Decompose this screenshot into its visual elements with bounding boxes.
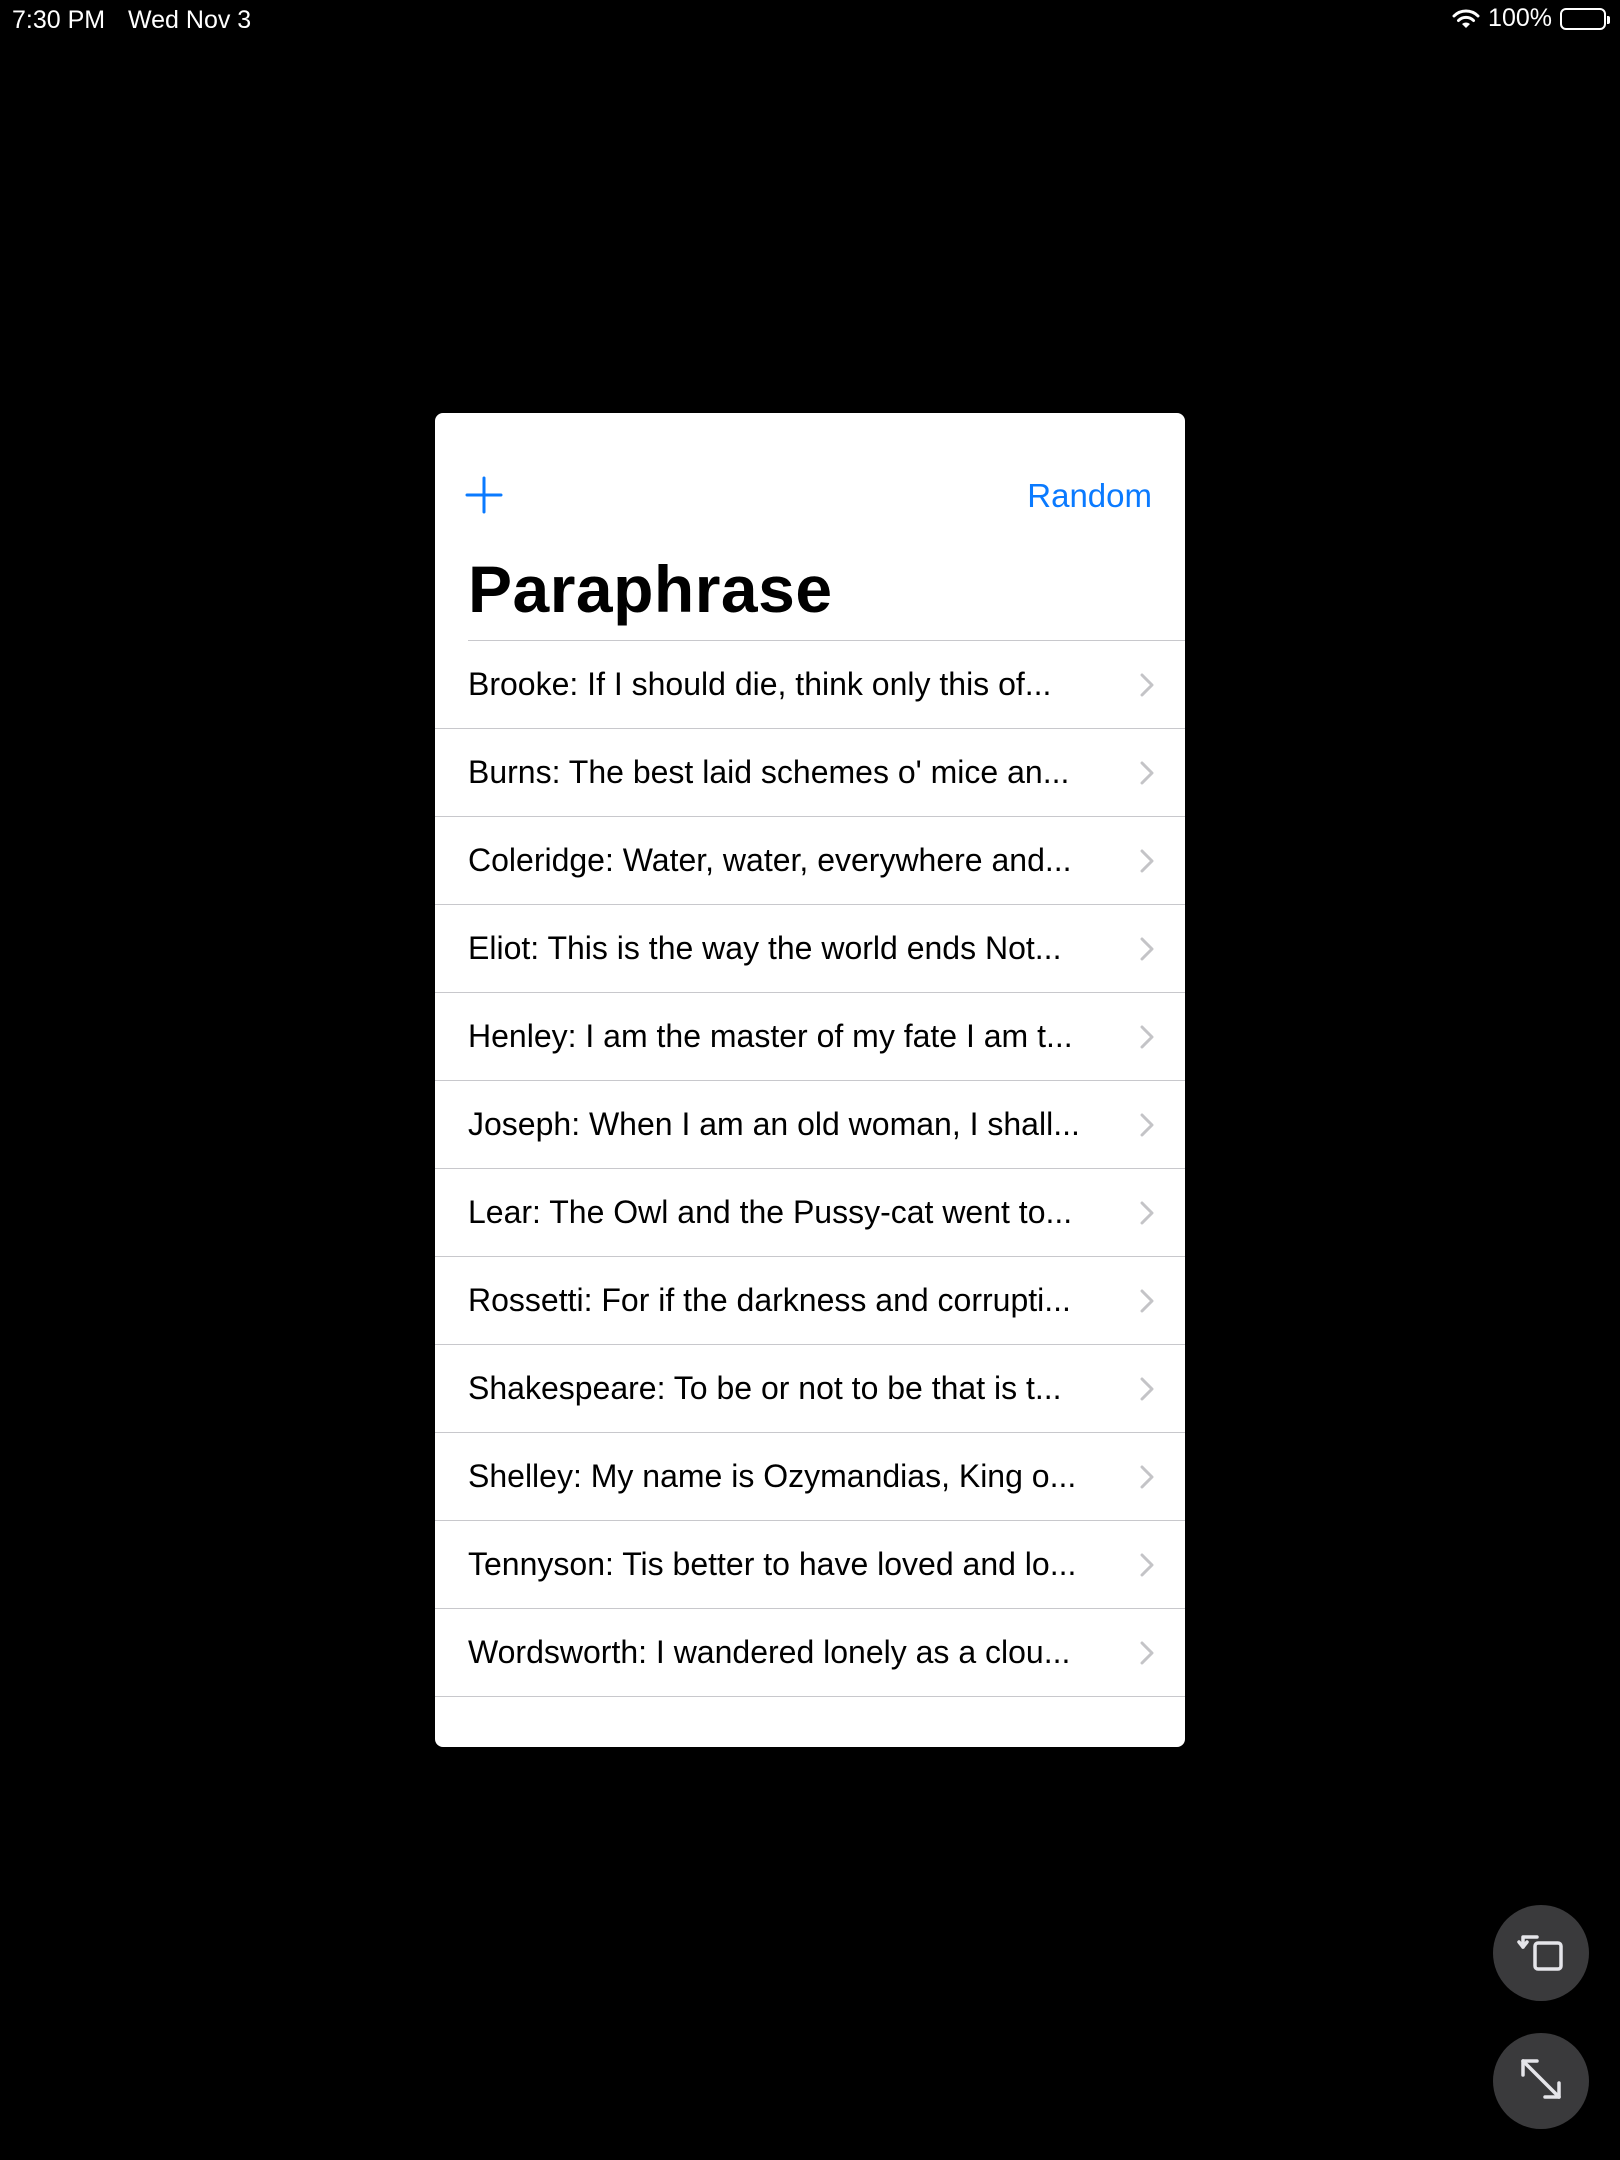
chevron-right-icon xyxy=(1139,848,1155,874)
rotate-button[interactable] xyxy=(1493,1905,1589,2001)
list-item[interactable]: Coleridge: Water, water, everywhere and.… xyxy=(435,817,1185,905)
chevron-right-icon xyxy=(1139,1024,1155,1050)
chevron-right-icon xyxy=(1139,672,1155,698)
plus-icon xyxy=(465,476,503,514)
list-item-label: Shakespeare: To be or not to be that is … xyxy=(468,1370,1062,1406)
list-item-label: Henley: I am the master of my fate I am … xyxy=(468,1018,1073,1054)
status-bar: 7:30 PM Wed Nov 3 100% xyxy=(0,0,1620,40)
wifi-icon xyxy=(1452,8,1480,30)
chevron-right-icon xyxy=(1139,1552,1155,1578)
chevron-right-icon xyxy=(1139,1112,1155,1138)
list-item-label: Joseph: When I am an old woman, I shall.… xyxy=(468,1106,1080,1142)
page-title: Paraphrase xyxy=(468,552,833,626)
list-item[interactable]: Shelley: My name is Ozymandias, King o..… xyxy=(435,1433,1185,1521)
random-button[interactable]: Random xyxy=(1027,477,1152,515)
battery-percent: 100% xyxy=(1488,4,1552,32)
list-item-label: Burns: The best laid schemes o' mice an.… xyxy=(468,754,1070,790)
list-item[interactable]: Rossetti: For if the darkness and corrup… xyxy=(435,1257,1185,1345)
list-item-label: Lear: The Owl and the Pussy-cat went to.… xyxy=(468,1194,1073,1230)
chevron-right-icon xyxy=(1139,1288,1155,1314)
rotate-icon xyxy=(1513,1923,1569,1984)
list-item[interactable]: Lear: The Owl and the Pussy-cat went to.… xyxy=(435,1169,1185,1257)
poem-list: Brooke: If I should die, think only this… xyxy=(435,641,1185,1697)
status-time: 7:30 PM xyxy=(12,6,106,34)
chevron-right-icon xyxy=(1139,1200,1155,1226)
list-item[interactable]: Henley: I am the master of my fate I am … xyxy=(435,993,1185,1081)
list-item-label: Eliot: This is the way the world ends No… xyxy=(468,930,1062,966)
battery-icon xyxy=(1560,7,1610,30)
list-item[interactable]: Brooke: If I should die, think only this… xyxy=(435,641,1185,729)
status-date: Wed Nov 3 xyxy=(128,6,252,34)
list-item-label: Tennyson: Tis better to have loved and l… xyxy=(468,1546,1077,1582)
status-right: 100% xyxy=(1452,4,1610,33)
list-item-label: Wordsworth: I wandered lonely as a clou.… xyxy=(468,1634,1071,1670)
add-button[interactable] xyxy=(465,476,503,514)
chevron-right-icon xyxy=(1139,1376,1155,1402)
screen: 7:30 PM Wed Nov 3 100% Random Paraphrase… xyxy=(0,0,1620,2160)
resize-button[interactable] xyxy=(1493,2033,1589,2129)
list-item[interactable]: Shakespeare: To be or not to be that is … xyxy=(435,1345,1185,1433)
navigation-bar: Random Paraphrase xyxy=(435,413,1185,641)
list-item[interactable]: Eliot: This is the way the world ends No… xyxy=(435,905,1185,993)
list-item[interactable]: Joseph: When I am an old woman, I shall.… xyxy=(435,1081,1185,1169)
list-item-label: Shelley: My name is Ozymandias, King o..… xyxy=(468,1458,1077,1494)
resize-icon xyxy=(1513,2051,1569,2112)
list-item-label: Brooke: If I should die, think only this… xyxy=(468,666,1052,702)
list-item[interactable]: Burns: The best laid schemes o' mice an.… xyxy=(435,729,1185,817)
list-item-label: Rossetti: For if the darkness and corrup… xyxy=(468,1282,1071,1318)
chevron-right-icon xyxy=(1139,760,1155,786)
list-item-label: Coleridge: Water, water, everywhere and.… xyxy=(468,842,1072,878)
chevron-right-icon xyxy=(1139,1464,1155,1490)
list-item[interactable]: Wordsworth: I wandered lonely as a clou.… xyxy=(435,1609,1185,1697)
list-item[interactable]: Tennyson: Tis better to have loved and l… xyxy=(435,1521,1185,1609)
app-window: Random Paraphrase Brooke: If I should di… xyxy=(435,413,1185,1747)
chevron-right-icon xyxy=(1139,936,1155,962)
chevron-right-icon xyxy=(1139,1640,1155,1666)
